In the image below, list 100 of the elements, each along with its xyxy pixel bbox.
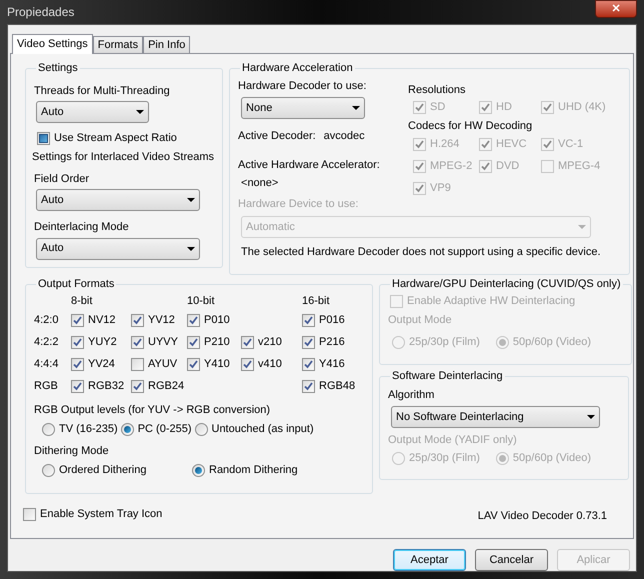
- label: Resolutions: [408, 82, 466, 98]
- label: Output Mode (YADIF only): [388, 433, 518, 448]
- checkbox-label: Enable System Tray Icon: [40, 507, 162, 522]
- checkbox-label: Y410: [204, 356, 230, 372]
- label: 10-bit: [187, 294, 216, 308]
- dropdown[interactable]: Auto: [36, 101, 149, 123]
- radio-label: TV (16-235): [59, 422, 118, 438]
- label: Settings for Interlaced Video Streams: [32, 150, 214, 165]
- radio-label: Untouched (as input): [212, 422, 314, 438]
- label: 4:4:4: [34, 356, 60, 372]
- checkbox[interactable]: [23, 508, 36, 521]
- group-title: Output Formats: [37, 277, 116, 292]
- checkbox[interactable]: [71, 358, 84, 370]
- dialog-button[interactable]: Cancelar: [475, 549, 548, 571]
- caret-icon: [587, 415, 595, 419]
- caret-icon: [136, 110, 144, 114]
- label: Active Decoder:: [238, 129, 316, 144]
- radio-label: 25p/30p (Film): [409, 334, 480, 350]
- checkbox-label: UYVY: [148, 334, 178, 350]
- checkbox[interactable]: [37, 132, 50, 144]
- checkbox[interactable]: [187, 336, 200, 348]
- checkbox[interactable]: [302, 380, 315, 392]
- checkbox-label: VC-1: [558, 137, 584, 152]
- tab[interactable]: Pin Info: [143, 36, 190, 53]
- label: Dithering Mode: [34, 444, 110, 458]
- checkbox-label: P016: [319, 312, 345, 328]
- checkbox-label: VP9: [430, 181, 451, 196]
- checkbox-label: YV24: [88, 356, 115, 372]
- checkbox[interactable]: [131, 380, 144, 392]
- radio-button[interactable]: [42, 423, 55, 436]
- radio-label: PC (0-255): [138, 422, 192, 438]
- checkbox[interactable]: [241, 336, 254, 348]
- dropdown[interactable]: None: [241, 97, 366, 119]
- checkbox[interactable]: [241, 358, 254, 370]
- radio-label: Random Dithering: [209, 462, 298, 478]
- checkbox-label: Y416: [319, 356, 345, 372]
- caret-icon: [578, 225, 586, 229]
- checkbox-label: H.264: [430, 137, 460, 152]
- window-title: Propiedades: [7, 4, 74, 21]
- label: RGB Output levels (for YUV -> RGB conversion): [34, 403, 272, 418]
- checkbox-label: P216: [319, 334, 345, 350]
- checkbox[interactable]: [131, 314, 144, 326]
- dropdown[interactable]: Auto: [36, 238, 200, 260]
- radio-button[interactable]: [120, 423, 134, 436]
- checkbox-label: RGB48: [319, 378, 356, 394]
- checkbox-label: NV12: [88, 312, 116, 328]
- radio-button[interactable]: [42, 464, 55, 476]
- label: <none>: [241, 176, 280, 191]
- dropdown[interactable]: Auto: [36, 189, 200, 211]
- checkbox-label: v210: [258, 334, 282, 350]
- checkbox-label: YUY2: [88, 334, 117, 350]
- checkbox[interactable]: [302, 314, 315, 326]
- checkbox[interactable]: [71, 336, 84, 348]
- checkbox-label: RGB32: [88, 378, 124, 394]
- checkbox[interactable]: [71, 314, 84, 326]
- label: Deinterlacing Mode: [34, 220, 130, 235]
- label: Codecs for HW Decoding: [408, 119, 534, 134]
- label: Hardware Device to use:: [238, 196, 360, 212]
- checkbox-label: YV12: [148, 312, 175, 328]
- label: Output Mode: [388, 312, 453, 328]
- checkbox[interactable]: [131, 358, 144, 370]
- radio-label: Ordered Dithering: [59, 462, 146, 478]
- group-title: Hardware/GPU Deinterlacing (CUVID/QS only): [391, 277, 622, 292]
- label: Threads for Multi-Threading: [34, 84, 171, 98]
- checkbox-label: UHD (4K): [558, 100, 606, 115]
- checkbox[interactable]: [187, 314, 200, 326]
- checkbox-label: v410: [258, 356, 282, 372]
- checkbox[interactable]: [71, 380, 84, 392]
- radio-button[interactable]: [392, 452, 405, 465]
- checkbox[interactable]: [187, 358, 200, 370]
- caret-icon: [352, 106, 360, 110]
- checkbox[interactable]: [302, 336, 315, 348]
- checkbox-label: P010: [204, 312, 230, 328]
- dialog-button[interactable]: Aceptar: [393, 549, 466, 571]
- checkbox-label: SD: [430, 100, 446, 115]
- tab[interactable]: Video Settings: [12, 34, 93, 54]
- radio-button[interactable]: [496, 452, 509, 465]
- dropdown[interactable]: No Software Deinterlacing: [391, 406, 600, 428]
- label: avcodec: [324, 129, 365, 144]
- checkbox[interactable]: [131, 336, 144, 348]
- caret-icon: [187, 246, 195, 250]
- radio-button[interactable]: [192, 464, 205, 476]
- tab[interactable]: Formats: [92, 36, 144, 53]
- radio-label: 50p/60p (Video): [512, 334, 592, 350]
- label: Hardware Decoder to use:: [238, 78, 368, 94]
- close-button[interactable]: ✕: [595, 0, 637, 18]
- checkbox[interactable]: [302, 358, 315, 370]
- checkbox-label: Use Stream Aspect Ratio: [54, 130, 177, 146]
- checkbox-label: HEVC: [496, 137, 527, 152]
- label: 16-bit: [302, 294, 330, 308]
- checkbox-label: Enable Adaptive HW Deinterlacing: [407, 294, 576, 310]
- label: 4:2:2: [34, 334, 60, 350]
- label: The selected Hardware Decoder does not support using a specific device.: [241, 245, 602, 260]
- checkbox-label: RGB24: [148, 378, 184, 394]
- radio-button[interactable]: [194, 423, 208, 436]
- label: 8-bit: [71, 294, 94, 308]
- checkbox-label: AYUV: [148, 356, 178, 372]
- label: Field Order: [34, 172, 90, 186]
- label: 4:2:0: [34, 312, 60, 328]
- checkbox-label: DVD: [496, 159, 520, 174]
